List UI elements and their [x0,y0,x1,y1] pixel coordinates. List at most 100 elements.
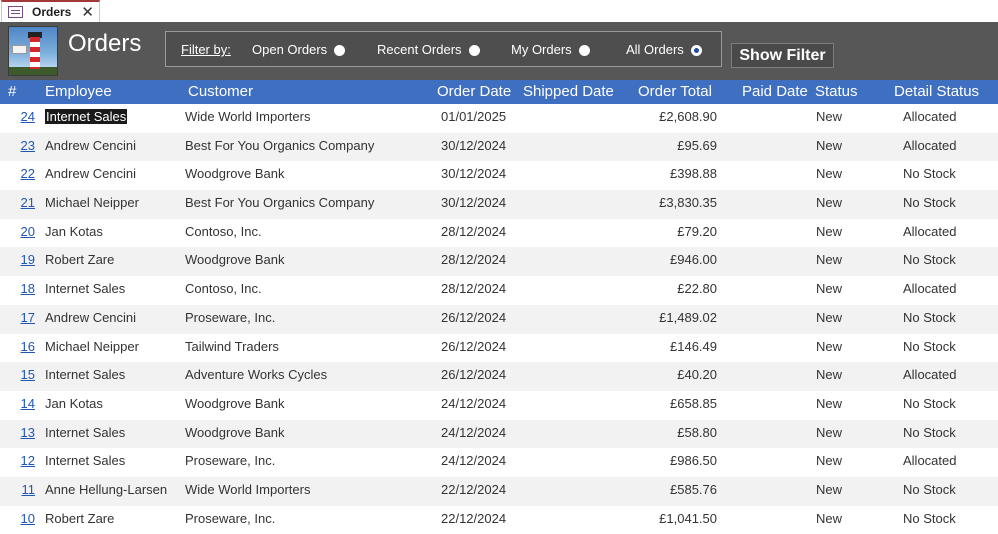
order-date-cell[interactable]: 22/12/2024 [441,511,506,526]
order-date-cell[interactable]: 28/12/2024 [441,281,506,296]
employee-cell[interactable]: Michael Neipper [45,339,139,354]
order-date-cell[interactable]: 26/12/2024 [441,367,506,382]
employee-cell[interactable]: Anne Hellung-Larsen [45,482,167,497]
employee-cell[interactable]: Andrew Cencini [45,310,136,325]
table-row[interactable]: 24 Internet Sales Wide World Importers 01/0… [0,104,998,133]
detail-status-cell[interactable]: No Stock [903,511,956,526]
detail-status-cell[interactable]: No Stock [903,339,956,354]
tab-orders[interactable]: Orders ✕ [1,0,100,22]
order-date-cell[interactable]: 24/12/2024 [441,425,506,440]
order-total-cell[interactable]: £946.00 [620,252,717,267]
radio-button[interactable] [578,45,590,56]
customer-cell[interactable]: Best For You Organics Company [185,138,374,153]
order-id-link[interactable]: 16 [8,339,35,354]
employee-cell[interactable]: Internet Sales [45,109,128,124]
table-row[interactable]: 10 Robert Zare Proseware, Inc. 22/12/2024 £1… [0,505,998,534]
order-date-cell[interactable]: 26/12/2024 [441,339,506,354]
order-total-cell[interactable]: £398.88 [620,166,717,181]
filter-option-my-orders[interactable]: My Orders [511,42,590,57]
column-header-number[interactable]: # [8,83,16,100]
employee-cell[interactable]: Internet Sales [45,453,125,468]
table-row[interactable]: 17 Andrew Cencini Proseware, Inc. 26/12/202… [0,304,998,334]
order-date-cell[interactable]: 30/12/2024 [441,195,506,210]
employee-cell[interactable]: Internet Sales [45,425,125,440]
order-date-cell[interactable]: 26/12/2024 [441,310,506,325]
customer-cell[interactable]: Woodgrove Bank [185,252,285,267]
radio-button[interactable] [334,45,346,56]
order-total-cell[interactable]: £58.80 [620,425,717,440]
table-row[interactable]: 11 Anne Hellung-Larsen Wide World Importer… [0,476,998,506]
employee-cell[interactable]: Michael Neipper [45,195,139,210]
customer-cell[interactable]: Adventure Works Cycles [185,367,327,382]
order-id-link[interactable]: 14 [8,396,35,411]
table-row[interactable]: 12 Internet Sales Proseware, Inc. 24/12/202… [0,448,998,477]
customer-cell[interactable]: Tailwind Traders [185,339,279,354]
table-row[interactable]: 18 Internet Sales Contoso, Inc. 28/12/2024 £… [0,276,998,305]
employee-cell[interactable]: Andrew Cencini [45,138,136,153]
order-total-cell[interactable]: £146.49 [620,339,717,354]
order-total-cell[interactable]: £585.76 [620,482,717,497]
detail-status-cell[interactable]: Allocated [903,367,956,382]
column-header-paid-date[interactable]: Paid Date [742,83,808,100]
status-cell[interactable]: New [816,224,842,239]
detail-status-cell[interactable]: No Stock [903,396,956,411]
order-total-cell[interactable]: £95.69 [620,138,717,153]
employee-cell[interactable]: Jan Kotas [45,224,103,239]
column-header-status[interactable]: Status [815,83,858,100]
column-header-order-total[interactable]: Order Total [638,83,712,100]
detail-status-cell[interactable]: Allocated [903,281,956,296]
customer-cell[interactable]: Contoso, Inc. [185,224,262,239]
employee-cell[interactable]: Internet Sales [45,367,125,382]
table-row[interactable]: 21 Michael Neipper Best For You Organics C… [0,190,998,219]
detail-status-cell[interactable]: Allocated [903,109,956,124]
detail-status-cell[interactable]: No Stock [903,310,956,325]
order-total-cell[interactable]: £79.20 [620,224,717,239]
status-cell[interactable]: New [816,138,842,153]
detail-status-cell[interactable]: Allocated [903,224,956,239]
order-total-cell[interactable]: £2,608.90 [620,109,717,124]
radio-button[interactable] [468,45,480,56]
order-date-cell[interactable]: 28/12/2024 [441,252,506,267]
order-total-cell[interactable]: £22.80 [620,281,717,296]
detail-status-cell[interactable]: Allocated [903,453,956,468]
table-row[interactable]: 15 Internet Sales Adventure Works Cycles 26… [0,362,998,391]
order-id-link[interactable]: 11 [8,482,36,497]
table-row[interactable]: 16 Michael Neipper Tailwind Traders 26/12/2… [0,333,998,363]
order-date-cell[interactable]: 22/12/2024 [441,482,506,497]
order-id-link[interactable]: 23 [8,138,35,153]
detail-status-cell[interactable]: Allocated [903,138,956,153]
detail-status-cell[interactable]: No Stock [903,425,956,440]
order-id-link[interactable]: 19 [8,252,35,267]
status-cell[interactable]: New [816,195,842,210]
employee-cell[interactable]: Jan Kotas [45,396,103,411]
customer-cell[interactable]: Proseware, Inc. [185,511,275,526]
order-id-link[interactable]: 12 [8,453,35,468]
order-id-link[interactable]: 24 [8,109,35,124]
customer-cell[interactable]: Proseware, Inc. [185,310,275,325]
detail-status-cell[interactable]: No Stock [903,195,956,210]
customer-cell[interactable]: Proseware, Inc. [185,453,275,468]
detail-status-cell[interactable]: No Stock [903,482,956,497]
order-date-cell[interactable]: 30/12/2024 [441,166,506,181]
detail-status-cell[interactable]: No Stock [903,166,956,181]
customer-cell[interactable]: Best For You Organics Company [185,195,374,210]
order-id-link[interactable]: 21 [8,195,35,210]
customer-cell[interactable]: Wide World Importers [185,109,310,124]
status-cell[interactable]: New [816,453,842,468]
status-cell[interactable]: New [816,109,842,124]
status-cell[interactable]: New [816,425,842,440]
column-header-shipped-date[interactable]: Shipped Date [523,83,614,100]
employee-cell[interactable]: Robert Zare [45,252,114,267]
customer-cell[interactable]: Woodgrove Bank [185,425,285,440]
status-cell[interactable]: New [816,511,842,526]
order-date-cell[interactable]: 24/12/2024 [441,396,506,411]
show-filter-button[interactable]: Show Filter [731,43,834,68]
detail-status-cell[interactable]: No Stock [903,252,956,267]
table-row[interactable]: 23 Andrew Cencini Best For You Organics Co… [0,132,998,162]
order-total-cell[interactable]: £986.50 [620,453,717,468]
status-cell[interactable]: New [816,281,842,296]
order-date-cell[interactable]: 28/12/2024 [441,224,506,239]
table-row[interactable]: 13 Internet Sales Woodgrove Bank 24/12/2024… [0,419,998,449]
order-date-cell[interactable]: 30/12/2024 [441,138,506,153]
table-row[interactable]: 19 Robert Zare Woodgrove Bank 28/12/2024 £94… [0,247,998,277]
